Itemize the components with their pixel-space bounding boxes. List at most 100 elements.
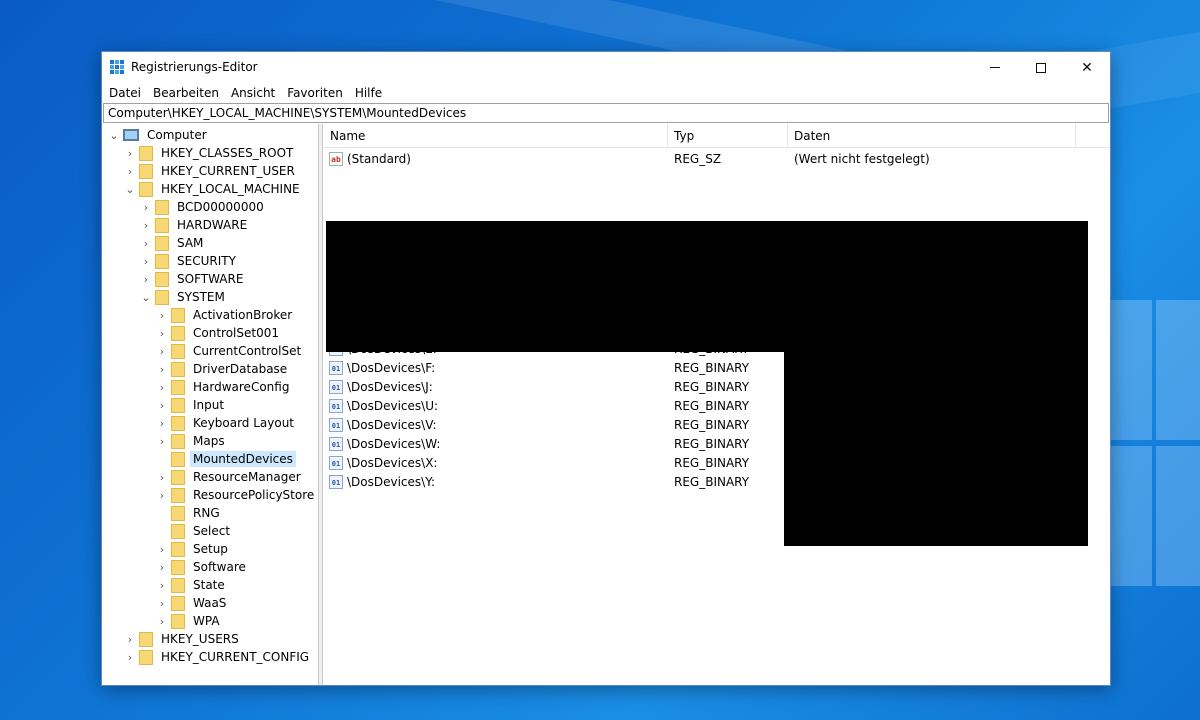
chevron-right-icon[interactable]: ›	[140, 198, 152, 216]
chevron-right-icon[interactable]: ›	[156, 486, 168, 504]
menu-hilfe[interactable]: Hilfe	[350, 84, 389, 102]
tree-item[interactable]: › HKEY_CURRENT_USER	[124, 162, 298, 180]
chevron-right-icon[interactable]: ›	[156, 612, 168, 630]
chevron-down-icon[interactable]: ⌄	[124, 180, 136, 198]
maximize-icon	[1036, 62, 1046, 73]
tree-item[interactable]: › WPA	[156, 612, 223, 630]
folder-icon	[171, 361, 185, 377]
tree-item[interactable]: MountedDevices	[156, 450, 296, 468]
redacted-area	[784, 352, 1088, 546]
tree-item[interactable]: › ControlSet001	[156, 324, 282, 342]
chevron-right-icon[interactable]: ›	[156, 432, 168, 450]
tree-item-label: DriverDatabase	[193, 362, 288, 376]
value-type: REG_BINARY	[674, 456, 750, 470]
tree-item-label: Computer	[147, 128, 207, 142]
tree-item[interactable]: › SAM	[140, 234, 206, 252]
tree-item[interactable]: › HardwareConfig	[156, 378, 292, 396]
chevron-right-icon[interactable]: ›	[140, 270, 152, 288]
tree-item-label: RNG	[193, 506, 220, 520]
folder-icon	[171, 469, 185, 485]
menu-ansicht[interactable]: Ansicht	[226, 84, 282, 102]
tree-item[interactable]: › WaaS	[156, 594, 229, 612]
value-name: \DosDevices\X:	[347, 456, 438, 470]
binary-value-icon: 01	[329, 475, 343, 489]
chevron-right-icon[interactable]: ›	[156, 576, 168, 594]
tree-item-label: Maps	[193, 434, 225, 448]
maximize-button[interactable]	[1018, 52, 1064, 83]
minimize-button[interactable]	[972, 52, 1018, 83]
chevron-down-icon[interactable]: ⌄	[140, 288, 152, 306]
tree-item[interactable]: › SECURITY	[140, 252, 239, 270]
tree-item[interactable]: › Setup	[156, 540, 231, 558]
folder-icon	[171, 397, 185, 413]
tree-connector	[156, 450, 168, 468]
tree-item[interactable]: › ActivationBroker	[156, 306, 295, 324]
chevron-right-icon[interactable]: ›	[156, 306, 168, 324]
value-name: \DosDevices\Y:	[347, 475, 435, 489]
chevron-right-icon[interactable]: ›	[156, 378, 168, 396]
title-bar[interactable]: Registrierungs-Editor ✕	[102, 52, 1110, 83]
tree-item[interactable]: › HKEY_CLASSES_ROOT	[124, 144, 296, 162]
tree-item[interactable]: › CurrentControlSet	[156, 342, 304, 360]
menu-favoriten[interactable]: Favoriten	[282, 84, 350, 102]
tree-item-label: BCD00000000	[177, 200, 264, 214]
tree-item[interactable]: › BCD00000000	[140, 198, 267, 216]
tree-item[interactable]: ⌄ HKEY_LOCAL_MACHINE	[124, 180, 303, 198]
tree-item[interactable]: › HKEY_USERS	[124, 630, 242, 648]
chevron-right-icon[interactable]: ›	[124, 648, 136, 666]
folder-icon	[155, 253, 169, 269]
chevron-right-icon[interactable]: ›	[140, 234, 152, 252]
list-header: Name Typ Daten	[324, 124, 1110, 148]
chevron-right-icon[interactable]: ›	[156, 360, 168, 378]
tree-item[interactable]: › Input	[156, 396, 227, 414]
address-bar[interactable]: Computer\HKEY_LOCAL_MACHINE\SYSTEM\Mount…	[103, 103, 1109, 123]
chevron-right-icon[interactable]: ›	[156, 396, 168, 414]
tree-item[interactable]: ⌄ SYSTEM	[140, 288, 228, 306]
tree-item[interactable]: › Software	[156, 558, 249, 576]
chevron-right-icon[interactable]: ›	[140, 252, 152, 270]
column-header-name[interactable]: Name	[324, 124, 668, 148]
tree-item[interactable]: › DriverDatabase	[156, 360, 290, 378]
folder-icon	[171, 487, 185, 503]
column-header-type[interactable]: Typ	[668, 124, 788, 148]
tree-item[interactable]: › HKEY_CURRENT_CONFIG	[124, 648, 312, 666]
chevron-right-icon[interactable]: ›	[156, 324, 168, 342]
chevron-right-icon[interactable]: ›	[124, 144, 136, 162]
tree-item[interactable]: › ResourceManager	[156, 468, 304, 486]
tree-item-label: ControlSet001	[193, 326, 279, 340]
chevron-right-icon[interactable]: ›	[156, 540, 168, 558]
binary-value-icon: 01	[329, 361, 343, 375]
window-title: Registrierungs-Editor	[131, 60, 258, 74]
tree-item[interactable]: › HARDWARE	[140, 216, 250, 234]
chevron-right-icon[interactable]: ›	[156, 594, 168, 612]
tree-item[interactable]: ⌄ Computer	[108, 126, 210, 144]
menu-datei[interactable]: Datei	[104, 84, 148, 102]
chevron-right-icon[interactable]: ›	[156, 558, 168, 576]
chevron-right-icon[interactable]: ›	[124, 162, 136, 180]
value-row[interactable]: ab (Standard) REG_SZ (Wert nicht festgelegt…	[324, 150, 1104, 169]
column-header-data[interactable]: Daten	[788, 124, 1076, 148]
tree-item[interactable]: RNG	[156, 504, 223, 522]
tree-item[interactable]: › Maps	[156, 432, 228, 450]
wallpaper-windows-logo	[1100, 300, 1200, 600]
chevron-right-icon[interactable]: ›	[124, 630, 136, 648]
value-type: REG_SZ	[674, 152, 722, 166]
chevron-right-icon[interactable]: ›	[140, 216, 152, 234]
chevron-right-icon[interactable]: ›	[156, 468, 168, 486]
chevron-right-icon[interactable]: ›	[156, 414, 168, 432]
value-type: REG_BINARY	[674, 399, 750, 413]
tree-item[interactable]: › ResourcePolicyStore	[156, 486, 317, 504]
tree-item[interactable]: › State	[156, 576, 228, 594]
chevron-right-icon[interactable]: ›	[156, 342, 168, 360]
close-button[interactable]: ✕	[1064, 52, 1110, 83]
folder-icon	[155, 271, 169, 287]
tree-item[interactable]: › Keyboard Layout	[156, 414, 297, 432]
folder-icon	[155, 235, 169, 251]
pane-splitter[interactable]	[319, 124, 323, 685]
tree-item[interactable]: › SOFTWARE	[140, 270, 246, 288]
menu-bearbeiten[interactable]: Bearbeiten	[148, 84, 226, 102]
tree-item-label: Input	[193, 398, 225, 412]
tree-item[interactable]: Select	[156, 522, 233, 540]
folder-icon	[155, 199, 169, 215]
chevron-down-icon[interactable]: ⌄	[108, 126, 120, 144]
